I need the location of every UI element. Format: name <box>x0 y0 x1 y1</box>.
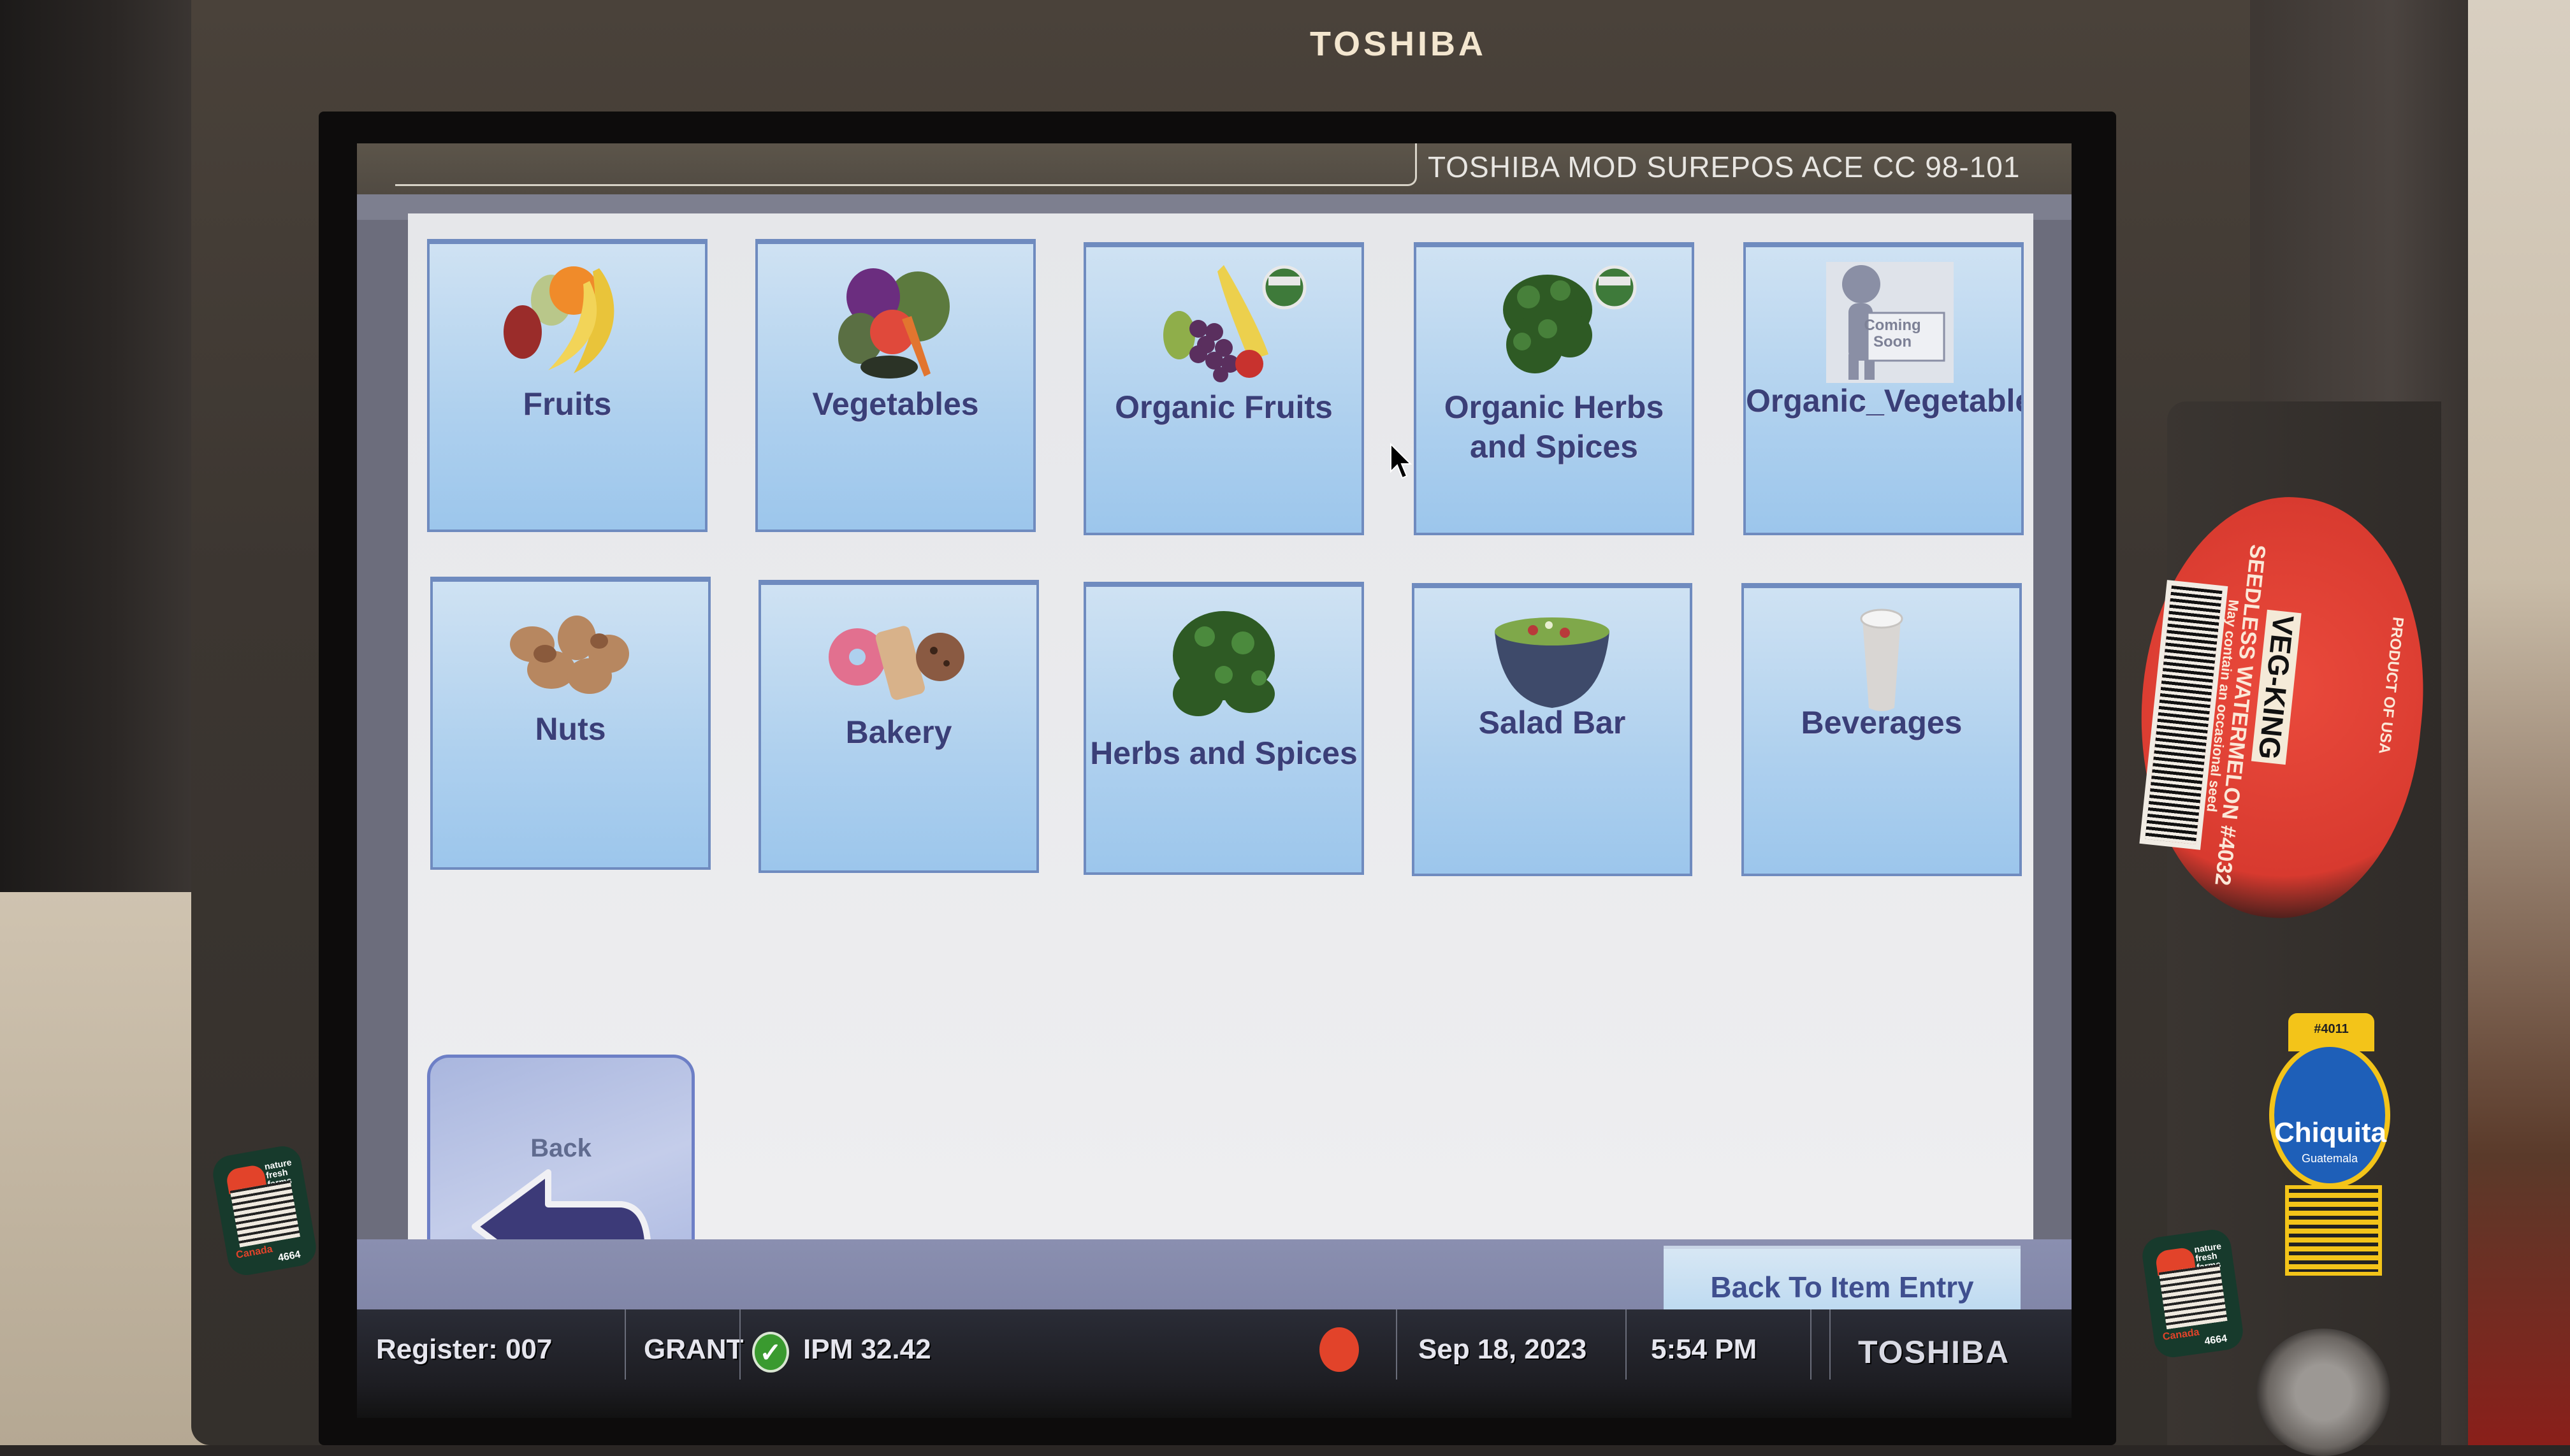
category-label: Organic Fruits <box>1115 389 1333 425</box>
divider <box>625 1309 626 1380</box>
date-display: Sep 18, 2023 <box>1418 1334 1587 1365</box>
status-indicator-dot <box>1319 1327 1359 1372</box>
divider <box>1810 1309 1811 1380</box>
category-organic-herbs[interactable]: Organic Herbs and Spices <box>1414 242 1694 535</box>
category-organic-vegetables[interactable]: Coming Soon Organic_Vegetables <box>1743 242 2024 535</box>
status-brand-logo: TOSHIBA <box>1858 1334 2010 1370</box>
operator-name: GRANT <box>644 1334 744 1365</box>
mouse-cursor-icon <box>1390 443 1412 479</box>
category-label: Nuts <box>535 711 606 747</box>
register-number: Register: 007 <box>376 1334 553 1365</box>
category-label: Fruits <box>523 386 612 422</box>
counter-surface <box>0 892 210 1445</box>
organic-herbs-icon <box>1503 265 1637 373</box>
category-label: Vegetables <box>812 386 979 422</box>
barcode <box>229 1180 300 1248</box>
barcode <box>2285 1185 2382 1276</box>
barcode <box>2158 1264 2228 1330</box>
category-bakery[interactable]: Bakery <box>759 580 1039 873</box>
window-title: TOSHIBA MOD SUREPOS ACE CC 98-101 <box>1428 150 2021 184</box>
category-label: Organic Herbs and Spices <box>1444 389 1664 465</box>
divider <box>1396 1309 1397 1380</box>
vegetables-icon <box>838 268 950 378</box>
category-panel: Fruits Vegetables Organic Fruits Organic… <box>408 213 2033 1297</box>
sticker-origin: Guatemala <box>2301 1152 2358 1165</box>
organic-fruits-icon <box>1163 265 1307 382</box>
checkmark-icon: ✓ <box>752 1332 789 1373</box>
ipm-rate: IPM 32.42 <box>803 1334 931 1365</box>
category-label: Herbs and Spices <box>1090 735 1358 771</box>
title-tab <box>395 143 1417 186</box>
category-label: Beverages <box>1801 705 1963 740</box>
chiquita-logo: Chiquita Guatemala <box>2269 1042 2390 1188</box>
category-label: Bakery <box>845 714 952 750</box>
status-bar: Register: 007 GRANT ✓ IPM 32.42 Sep 18, … <box>357 1309 2072 1418</box>
sticker-brand: Chiquita <box>2274 1117 2386 1148</box>
time-display: 5:54 PM <box>1651 1334 1757 1365</box>
chiquita-sticker: #4011 Chiquita Guatemala <box>2269 1013 2390 1276</box>
bakery-icon <box>829 626 964 700</box>
sticker-origin: PRODUCT OF USA <box>2375 616 2407 755</box>
category-organic-fruits[interactable]: Organic Fruits <box>1084 242 1364 535</box>
coming-soon-sign: Coming Soon <box>1864 317 1921 350</box>
category-label: Organic_Vegetables <box>1746 383 2021 419</box>
pos-screen: TOSHIBA MOD SUREPOS ACE CC 98-101 Fruits <box>357 143 2072 1418</box>
category-herbs-spices[interactable]: Herbs and Spices <box>1084 582 1364 875</box>
plu-code: 4664 <box>277 1249 301 1264</box>
category-beverages[interactable]: Beverages <box>1741 583 2022 876</box>
category-label: Salad Bar <box>1478 705 1626 740</box>
category-salad-bar[interactable]: Salad Bar <box>1412 583 1692 876</box>
back-label: Back <box>530 1134 592 1162</box>
fruits-icon <box>504 266 614 373</box>
category-fruits[interactable]: Fruits <box>427 239 708 532</box>
store-shelf <box>2468 0 2570 1445</box>
sticker-country: Canada <box>2161 1327 2200 1343</box>
divider <box>1625 1309 1627 1380</box>
plu-code: 4664 <box>2203 1333 2228 1348</box>
category-vegetables[interactable]: Vegetables <box>755 239 1036 532</box>
divider <box>1829 1309 1831 1380</box>
divider <box>739 1309 741 1380</box>
nature-fresh-sticker: nature fresh farms Canada 4664 <box>2140 1227 2246 1360</box>
bezel-brand-logo: TOSHIBA <box>1310 25 1487 63</box>
category-nuts[interactable]: Nuts <box>430 577 711 870</box>
nuts-icon <box>510 616 629 694</box>
key-lock[interactable] <box>2256 1329 2390 1456</box>
herbs-icon <box>1173 611 1275 716</box>
